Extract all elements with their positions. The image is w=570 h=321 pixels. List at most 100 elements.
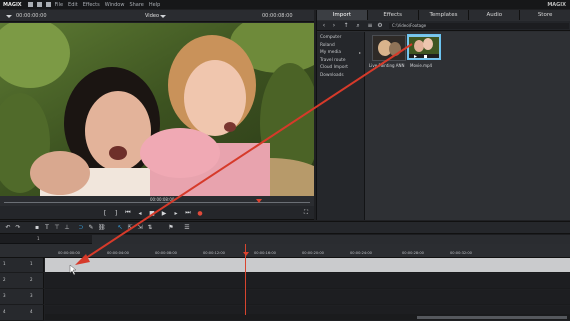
- nav-item-travel-route[interactable]: Travel route: [317, 58, 364, 66]
- pencil-icon[interactable]: ✎: [88, 225, 94, 231]
- fullscreen-icon[interactable]: ⛶: [302, 209, 310, 217]
- brand-logo-right: MAGIX: [547, 1, 566, 8]
- track-lane-1[interactable]: [45, 258, 570, 273]
- play-icon[interactable]: ▶: [160, 209, 168, 217]
- pointer-icon[interactable]: ↖: [117, 225, 123, 231]
- dropdown-chevron-icon[interactable]: [6, 15, 12, 18]
- timeline-tab-number[interactable]: 1: [37, 236, 40, 241]
- app-logo: MAGIX: [3, 1, 22, 8]
- stop-icon[interactable]: ■: [148, 209, 156, 217]
- scrubber-playhead-marker[interactable]: [256, 199, 262, 203]
- timeline-horizontal-scrollbar[interactable]: [45, 315, 570, 320]
- previous-marker-icon[interactable]: ⏮: [124, 209, 132, 217]
- menu-edit[interactable]: Edit: [68, 2, 78, 8]
- track-header-1[interactable]: 1 1: [0, 258, 44, 273]
- path-field[interactable]: C:\Video\Footage: [389, 23, 569, 29]
- preview-scrubber[interactable]: 00:00:08:00: [0, 196, 314, 206]
- menu-file[interactable]: File: [55, 2, 63, 8]
- tab-store[interactable]: Store: [520, 10, 570, 20]
- multi-select-icon[interactable]: ⇱: [127, 225, 133, 231]
- redo-icon[interactable]: ↷: [15, 225, 21, 231]
- magix-video-editor-window: MAGIX File Edit Effects Window Share Hel…: [0, 0, 570, 321]
- track-header-3[interactable]: 3 3: [0, 290, 44, 305]
- forward-icon[interactable]: ›: [331, 23, 337, 29]
- nav-item-label: Downloads: [320, 72, 344, 78]
- title-text-icon[interactable]: T: [44, 225, 50, 231]
- timeline-tab[interactable]: [92, 235, 570, 244]
- nav-item-computer[interactable]: Computer: [317, 35, 364, 43]
- settings-icon[interactable]: ⚙: [377, 23, 383, 29]
- file-thumbnail-image: [373, 36, 405, 60]
- track-lane-2[interactable]: [45, 274, 570, 289]
- link-icon[interactable]: ⛓: [98, 225, 106, 231]
- previous-frame-icon[interactable]: ◂: [136, 209, 144, 217]
- menu-window[interactable]: Window: [105, 2, 125, 8]
- track-lane-3[interactable]: [45, 290, 570, 305]
- save-icon[interactable]: [45, 2, 51, 7]
- menu-share[interactable]: Share: [129, 2, 143, 8]
- view-options-icon[interactable]: ≡: [367, 23, 373, 29]
- nav-item-my-media[interactable]: My media ▸: [317, 50, 364, 58]
- in-point-icon[interactable]: [: [101, 209, 109, 217]
- timeline-ruler[interactable]: 00:00:00:00 00:00:04:00 00:00:08:00 00:0…: [0, 244, 570, 258]
- track-number: 4: [3, 309, 6, 314]
- file-thumbnail-selected[interactable]: [407, 34, 441, 60]
- preview-title[interactable]: Video: [145, 13, 159, 19]
- ruler-tick-label: 00:00:16:00: [254, 251, 276, 255]
- magnet-snap-icon[interactable]: ⊃: [78, 225, 84, 231]
- split-icon[interactable]: ⊤: [54, 225, 60, 231]
- folder-up-icon[interactable]: ↑: [343, 23, 349, 29]
- scrollbar-thumb[interactable]: [417, 316, 567, 319]
- video-still-image: [0, 23, 314, 196]
- media-files-area: Live Painting ANN Movie.mp4: [365, 32, 570, 220]
- back-icon[interactable]: ‹: [321, 23, 327, 29]
- trim-icon[interactable]: ⊥: [64, 225, 70, 231]
- next-marker-icon[interactable]: ⏭: [184, 209, 192, 217]
- playhead-marker[interactable]: [243, 252, 249, 256]
- nav-item-label: Roland: [320, 42, 335, 48]
- track-header-2[interactable]: 2 2: [0, 274, 44, 289]
- transport-controls: [ ] ⏮ ◂ ■ ▶ ▸ ⏭ ● ⛶: [0, 206, 314, 220]
- nav-item-label: Computer: [320, 35, 342, 40]
- nav-item-downloads[interactable]: Downloads: [317, 73, 364, 81]
- ruler-tick-label: 00:00:08:00: [155, 251, 177, 255]
- track-number: 1: [3, 261, 6, 266]
- scrubber-track[interactable]: [4, 202, 310, 203]
- preview-header: 00:00:00:00 Video 00:00:08:00: [0, 10, 314, 22]
- out-point-icon[interactable]: ]: [112, 209, 120, 217]
- menu-effects[interactable]: Effects: [83, 2, 100, 8]
- tab-effects[interactable]: Effects: [367, 10, 419, 20]
- nav-item-cloud-import[interactable]: Cloud Import: [317, 65, 364, 73]
- range-icon[interactable]: ⇲: [137, 225, 143, 231]
- menu-help[interactable]: Help: [149, 2, 160, 8]
- undo-icon[interactable]: ↶: [5, 225, 11, 231]
- playhead-line[interactable]: [245, 244, 246, 320]
- timeline-tab-strip: 1: [0, 234, 570, 244]
- open-folder-icon[interactable]: [36, 2, 42, 7]
- menu-bar: MAGIX File Edit Effects Window Share Hel…: [0, 0, 570, 9]
- track-header-4[interactable]: 4 4: [0, 306, 44, 321]
- nav-item-label: Travel route: [320, 57, 346, 63]
- ruler-tick-label: 00:00:28:00: [402, 251, 424, 255]
- delete-icon[interactable]: ▪: [34, 225, 40, 231]
- tab-templates[interactable]: Templates: [418, 10, 470, 20]
- chevron-right-icon: ▸: [358, 50, 361, 55]
- record-icon[interactable]: ●: [196, 209, 204, 217]
- video-preview-frame[interactable]: [0, 23, 314, 196]
- tab-import[interactable]: Import: [317, 10, 368, 20]
- tab-audio[interactable]: Audio: [469, 10, 521, 20]
- ruler-tick-label: 00:00:12:00: [203, 251, 225, 255]
- marker-icon[interactable]: ⚑: [168, 225, 174, 231]
- lift-icon[interactable]: ⇅: [147, 225, 153, 231]
- file-label-selected: Movie.mp4: [410, 63, 433, 68]
- preview-title-chevron-icon[interactable]: [160, 15, 166, 18]
- file-thumbnail[interactable]: [372, 35, 406, 61]
- track-number-right: 1: [30, 261, 33, 266]
- search-icon[interactable]: ⌕: [355, 23, 361, 29]
- nav-item-roland[interactable]: Roland: [317, 43, 364, 51]
- track-lane-4[interactable]: [45, 306, 570, 315]
- file-label: Live Painting ANN: [369, 63, 405, 68]
- new-file-icon[interactable]: [27, 2, 33, 7]
- mixer-icon[interactable]: ☰: [184, 225, 190, 231]
- next-frame-icon[interactable]: ▸: [172, 209, 180, 217]
